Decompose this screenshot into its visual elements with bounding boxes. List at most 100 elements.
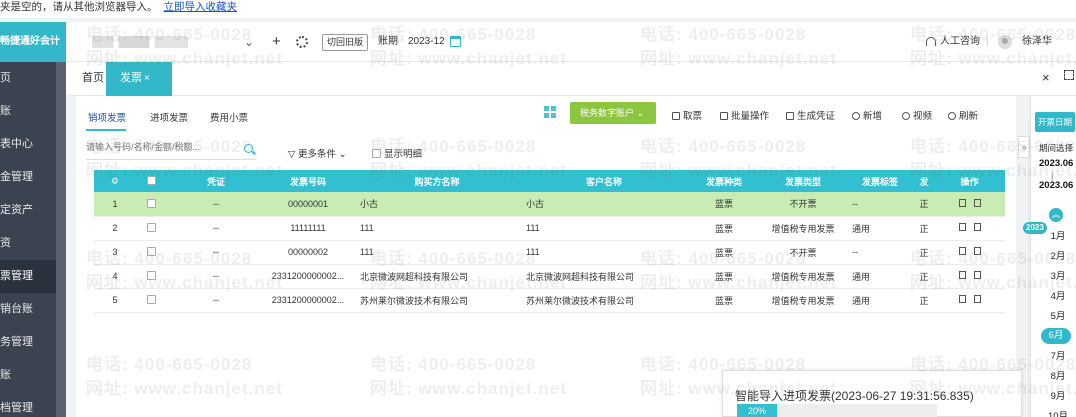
row-checkbox[interactable] [147, 223, 156, 232]
avatar[interactable] [998, 35, 1012, 49]
month-10[interactable]: 10月 [1047, 408, 1069, 417]
row-select[interactable] [136, 288, 170, 313]
col-tag[interactable]: 发票标签 [846, 170, 914, 192]
qr-code-icon[interactable] [544, 106, 556, 118]
search-input[interactable] [86, 142, 236, 152]
month-9[interactable]: 9月 [1047, 388, 1069, 402]
cell-number[interactable]: 00000001 [262, 192, 354, 217]
col-number[interactable]: 发票号码 [262, 170, 354, 192]
show-detail-toggle[interactable]: 显示明细 [372, 146, 422, 160]
gear-icon[interactable]: ⚙ [111, 176, 119, 186]
col-buyer[interactable]: 购买方名称 [354, 170, 520, 192]
column-settings-header[interactable]: ⚙ [94, 170, 136, 192]
view-icon[interactable] [958, 271, 966, 279]
col-kind[interactable]: 发票种类 [688, 170, 760, 192]
batch-operation-button[interactable]: 批量操作 [720, 108, 769, 122]
refresh-button[interactable]: 刷新 [948, 108, 978, 122]
month-8[interactable]: 8月 [1047, 368, 1069, 382]
add-button[interactable]: 新增 [852, 108, 882, 122]
subtab-sales[interactable]: 销项发票 [88, 110, 126, 124]
sidebar-scrollbar[interactable] [56, 62, 66, 417]
import-bookmarks-link[interactable]: 立即导入收藏夹 [164, 1, 238, 13]
calendar-icon[interactable] [450, 36, 461, 47]
account-selector[interactable] [92, 36, 212, 48]
cell-number[interactable]: 11111111 [262, 216, 354, 241]
date-from[interactable]: 2023.06 [1039, 158, 1073, 169]
table-row[interactable]: 4 -- 2331200000002... 北京微波网超科技有限公司 北京微波网超科技有… [94, 264, 1005, 289]
view-icon[interactable] [958, 295, 966, 303]
month-3[interactable]: 3月 [1047, 268, 1069, 282]
generate-voucher-button[interactable]: 生成凭证 [786, 108, 835, 122]
month-6[interactable]: 6月 [1041, 328, 1071, 344]
month-7[interactable]: 7月 [1047, 348, 1069, 362]
col-type[interactable]: 发票类型 [760, 170, 846, 192]
row-select[interactable] [136, 192, 170, 217]
cell-voucher[interactable]: -- [170, 216, 262, 241]
view-icon[interactable] [958, 223, 966, 231]
col-status[interactable]: 发 [914, 170, 934, 192]
date-to[interactable]: 2023.06 [1039, 180, 1073, 191]
row-number: 2 [94, 216, 136, 241]
delete-icon[interactable] [973, 247, 981, 255]
table-row[interactable]: 3 -- 00000002 111 111 蓝票 不开票 -- 正 [94, 240, 1005, 265]
tab-home[interactable]: 首页 [82, 62, 104, 94]
month-4[interactable]: 4月 [1047, 288, 1069, 302]
more-filter-button[interactable]: ▽ 更多条件 ⌄ [288, 146, 347, 160]
delete-icon[interactable] [973, 223, 981, 231]
fetch-invoice-button[interactable]: 取票 [672, 108, 702, 122]
cell-number[interactable]: 2331200000002... [262, 288, 354, 313]
month-2[interactable]: 2月 [1047, 248, 1069, 262]
cell-number[interactable]: 2331200000002... [262, 264, 354, 289]
video-button[interactable]: 视频 [902, 108, 932, 122]
cell-voucher[interactable]: -- [170, 264, 262, 289]
delete-icon[interactable] [973, 295, 981, 303]
select-all-checkbox[interactable] [147, 176, 156, 185]
month-1[interactable]: 1月 [1047, 228, 1069, 242]
view-icon[interactable] [958, 247, 966, 255]
cell-actions [934, 288, 1005, 313]
delete-icon[interactable] [973, 271, 981, 279]
delete-icon[interactable] [973, 198, 981, 207]
select-all-header[interactable] [136, 170, 170, 192]
subtab-expense[interactable]: 费用小票 [210, 110, 248, 124]
plus-icon[interactable]: + [272, 22, 281, 62]
period-value[interactable]: 2023-12 [408, 22, 445, 62]
table-row[interactable]: 1 -- 00000001 小古 小古 蓝票 不开票 -- 正 [94, 192, 1005, 217]
invoice-date-header[interactable]: 开票日期 [1035, 112, 1075, 132]
tax-account-button[interactable]: 税务数字账户 ⌄ [570, 102, 656, 124]
brand-logo[interactable]: 畅捷通好会计 [0, 22, 66, 62]
col-voucher[interactable]: 凭证 [170, 170, 262, 192]
table-row[interactable]: 5 -- 2331200000002... 苏州莱尔微波技术有限公司 苏州莱尔微波技术有… [94, 288, 1005, 313]
close-icon[interactable]: × [144, 73, 150, 84]
year-badge[interactable]: 2023 [1023, 222, 1047, 234]
close-all-tabs-icon[interactable]: × [1042, 70, 1050, 85]
invoice-panel: 销项发票 进项发票 费用小票 税务数字账户 ⌄ 取票 批量操作 生成凭证 新增 … [76, 96, 1016, 417]
row-select[interactable] [136, 264, 170, 289]
support-link[interactable]: 人工咨询 [940, 22, 980, 62]
tab-invoice[interactable]: 发票 × [106, 62, 172, 96]
switch-old-version-button[interactable]: 切回旧版 [322, 34, 369, 51]
table-row[interactable]: 2 -- 11111111 111 111 蓝票 增值税专用发票 通用正 [94, 216, 1005, 241]
row-select[interactable] [136, 240, 170, 265]
view-icon[interactable] [958, 198, 966, 207]
fullscreen-icon[interactable] [1064, 70, 1074, 80]
subtab-purchase[interactable]: 进项发票 [150, 110, 188, 124]
row-checkbox[interactable] [147, 247, 156, 256]
row-checkbox[interactable] [147, 271, 156, 280]
headset-icon[interactable] [926, 37, 936, 46]
cell-voucher[interactable]: -- [170, 240, 262, 265]
row-checkbox[interactable] [147, 198, 156, 208]
gear-icon[interactable] [296, 36, 308, 48]
row-select[interactable] [136, 216, 170, 241]
row-checkbox[interactable] [147, 295, 156, 304]
search-icon[interactable] [244, 144, 253, 153]
cell-voucher[interactable]: -- [170, 288, 262, 313]
user-name[interactable]: 徐泽华 [1022, 22, 1052, 62]
cell-number[interactable]: 00000002 [262, 240, 354, 265]
cell-voucher[interactable]: -- [170, 192, 262, 217]
show-detail-checkbox[interactable] [372, 149, 381, 158]
chevron-up-icon[interactable]: ︽ [1049, 208, 1063, 222]
chevron-down-icon[interactable]: ⌄ [244, 22, 254, 62]
col-customer[interactable]: 客户名称 [520, 170, 688, 192]
month-5[interactable]: 5月 [1047, 308, 1069, 322]
